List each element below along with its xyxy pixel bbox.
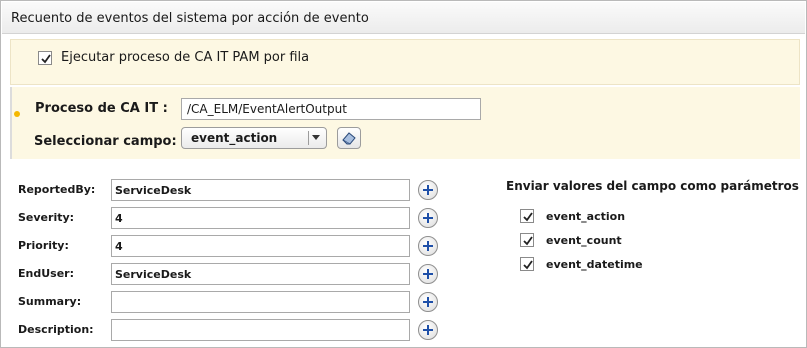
plus-circle-icon[interactable] — [418, 208, 438, 228]
panel-divider — [10, 87, 12, 159]
chevron-down-icon — [312, 135, 320, 140]
checkmark-icon — [523, 260, 533, 270]
dropdown-separator — [308, 131, 309, 145]
required-bullet-icon — [14, 111, 20, 117]
param-input-description[interactable] — [111, 319, 410, 341]
process-label: Proceso de CA IT : — [35, 101, 168, 116]
field-select-dropdown[interactable]: event_action — [181, 127, 327, 149]
plus-circle-icon[interactable] — [418, 236, 438, 256]
plus-circle-icon[interactable] — [418, 264, 438, 284]
param-label-summary: Summary: — [18, 295, 82, 308]
field-select-value: event_action — [191, 131, 278, 145]
checkmark-icon — [41, 54, 51, 64]
param-input-enduser[interactable]: ServiceDesk — [111, 263, 410, 285]
process-input[interactable]: /CA_ELM/EventAlertOutput — [181, 98, 481, 120]
plus-circle-icon[interactable] — [418, 292, 438, 312]
send-event-count-checkbox[interactable] — [520, 233, 534, 247]
title-bar: Recuento de eventos del sistema por acci… — [2, 2, 805, 34]
send-event-datetime-checkbox[interactable] — [520, 257, 534, 271]
param-input-summary[interactable] — [111, 291, 410, 313]
plus-circle-icon[interactable] — [418, 180, 438, 200]
param-input-reportedby[interactable]: ServiceDesk — [111, 179, 410, 201]
checkmark-icon — [523, 212, 533, 222]
send-event-action-label: event_action — [546, 210, 626, 223]
eraser-icon — [342, 132, 356, 145]
param-label-enduser: EndUser: — [18, 267, 74, 280]
param-label-description: Description: — [18, 323, 94, 336]
checkmark-icon — [523, 236, 533, 246]
dialog-frame: Recuento de eventos del sistema por acci… — [0, 0, 807, 348]
run-per-row-checkbox[interactable] — [38, 51, 52, 65]
param-label-reportedby: ReportedBy: — [18, 183, 96, 196]
send-values-title: Enviar valores del campo como parámetros — [506, 179, 799, 193]
param-input-severity[interactable]: 4 — [111, 207, 410, 229]
send-event-datetime-label: event_datetime — [546, 258, 643, 271]
run-per-row-label: Ejecutar proceso de CA IT PAM por fila — [61, 50, 310, 65]
param-label-severity: Severity: — [18, 211, 75, 224]
select-field-label: Seleccionar campo: — [34, 134, 177, 149]
eraser-button[interactable] — [337, 127, 361, 149]
param-input-priority[interactable]: 4 — [111, 235, 410, 257]
plus-circle-icon[interactable] — [418, 320, 438, 340]
param-label-priority: Priority: — [18, 239, 69, 252]
send-event-action-checkbox[interactable] — [520, 209, 534, 223]
window-title: Recuento de eventos del sistema por acci… — [11, 11, 369, 26]
send-event-count-label: event_count — [546, 234, 622, 247]
